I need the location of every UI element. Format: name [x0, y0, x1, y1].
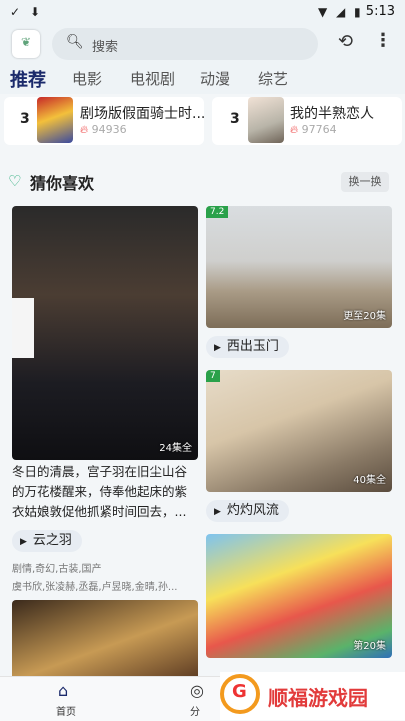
video-title-pill[interactable]: ▶ 云之羽: [12, 530, 82, 552]
rank-number: 3: [230, 111, 240, 127]
download-icon: ⬇: [30, 5, 41, 19]
category-tabs: 推荐 电影 电视剧 动漫 综艺: [0, 64, 405, 94]
app-logo[interactable]: ❦: [12, 30, 40, 58]
nav-category-label[interactable]: 分: [190, 703, 200, 718]
top-bar: ❦ 🔍︎ 搜索 ⟲ ⋮: [0, 24, 405, 64]
ranking-poster: [37, 97, 73, 143]
signal-icon: ◢: [336, 5, 346, 19]
app-logo-icon: ❦: [21, 35, 32, 49]
search-placeholder: 搜索: [92, 40, 119, 55]
tab-tv[interactable]: 电视剧: [130, 68, 175, 89]
video-title-pill[interactable]: ▶ 灼灼风流: [206, 500, 289, 522]
heat-value: 94936: [91, 123, 127, 136]
tab-anime[interactable]: 动漫: [200, 68, 230, 89]
check-icon: ✓: [10, 5, 21, 19]
search-icon: 🔍︎: [66, 34, 84, 50]
ranking-title: 我的半熟恋人: [290, 106, 374, 122]
section-title: 猜你喜欢: [30, 174, 95, 193]
fire-icon: 🔥︎: [80, 123, 89, 136]
ranking-item[interactable]: 3 剧场版假面骑士时... 🔥︎ 94936: [4, 97, 205, 145]
video-card[interactable]: 7.2 更至20集: [206, 206, 392, 328]
tab-movie[interactable]: 电影: [72, 68, 102, 89]
video-title: 灼灼风流: [226, 503, 279, 518]
video-description: 冬日的清晨，宫子羽在旧尘山谷的万花楼醒来，侍奉他起床的紫衣姑娘敦促他抓紧时间回去…: [12, 464, 188, 519]
play-icon: ▶: [20, 537, 27, 547]
video-card[interactable]: [12, 600, 198, 680]
episode-label: 第20集: [353, 641, 386, 652]
tab-variety[interactable]: 综艺: [258, 68, 288, 89]
status-bar: ✓ ⬇ ▼ ◢ ▮ 5:13: [0, 0, 405, 24]
episode-label: 24集全: [159, 443, 192, 454]
video-title: 云之羽: [32, 533, 72, 548]
rank-number: 3: [20, 111, 30, 127]
heat-value: 97764: [301, 123, 337, 136]
score-badge: 7: [206, 370, 220, 382]
category-icon[interactable]: ◎: [190, 681, 204, 700]
play-icon: ▶: [214, 507, 221, 517]
episode-label: 40集全: [353, 475, 386, 486]
battery-icon: ▮: [354, 5, 361, 19]
fire-icon: 🔥︎: [290, 123, 299, 136]
video-poster: [12, 600, 198, 680]
status-time: 5:13: [365, 4, 395, 19]
watermark-logo: G: [220, 674, 260, 714]
search-input[interactable]: 🔍︎ 搜索: [52, 28, 318, 60]
video-poster: [12, 206, 198, 460]
watermark-text: 顺福游戏园: [268, 686, 368, 710]
video-card[interactable]: 24集全: [12, 206, 198, 460]
video-card[interactable]: 第20集: [206, 534, 392, 658]
video-cast: 虞书欣,张凌赫,丞磊,卢昱晓,金晴,孙...: [12, 582, 178, 593]
video-tags: 剧情,奇幻,古装,国产: [12, 564, 102, 575]
history-icon[interactable]: ⟲: [338, 31, 353, 52]
video-title: 西出玉门: [226, 339, 279, 354]
nav-home-label[interactable]: 首页: [56, 703, 76, 718]
refresh-button[interactable]: 换一换: [341, 172, 389, 192]
wifi-icon: ▼: [318, 5, 328, 19]
ranking-poster: [248, 97, 284, 143]
heart-icon: ♡: [8, 172, 22, 190]
ranking-heat: 🔥︎ 97764: [290, 123, 337, 137]
home-icon[interactable]: ⌂: [58, 681, 68, 700]
more-icon[interactable]: ⋮: [374, 30, 392, 51]
episode-label: 更至20集: [343, 311, 386, 322]
poster-title-art: [12, 298, 34, 358]
score-badge: 7.2: [206, 206, 229, 218]
tab-recommend[interactable]: 推荐: [10, 66, 46, 92]
ranking-title: 剧场版假面骑士时...: [80, 106, 206, 122]
video-card[interactable]: 7 40集全: [206, 370, 392, 492]
ranking-item[interactable]: 3 我的半熟恋人 🔥︎ 97764: [212, 97, 402, 145]
play-icon: ▶: [214, 343, 221, 353]
video-title-pill[interactable]: ▶ 西出玉门: [206, 336, 289, 358]
watermark: G 顺福游戏园: [220, 672, 405, 720]
ranking-heat: 🔥︎ 94936: [80, 123, 127, 137]
